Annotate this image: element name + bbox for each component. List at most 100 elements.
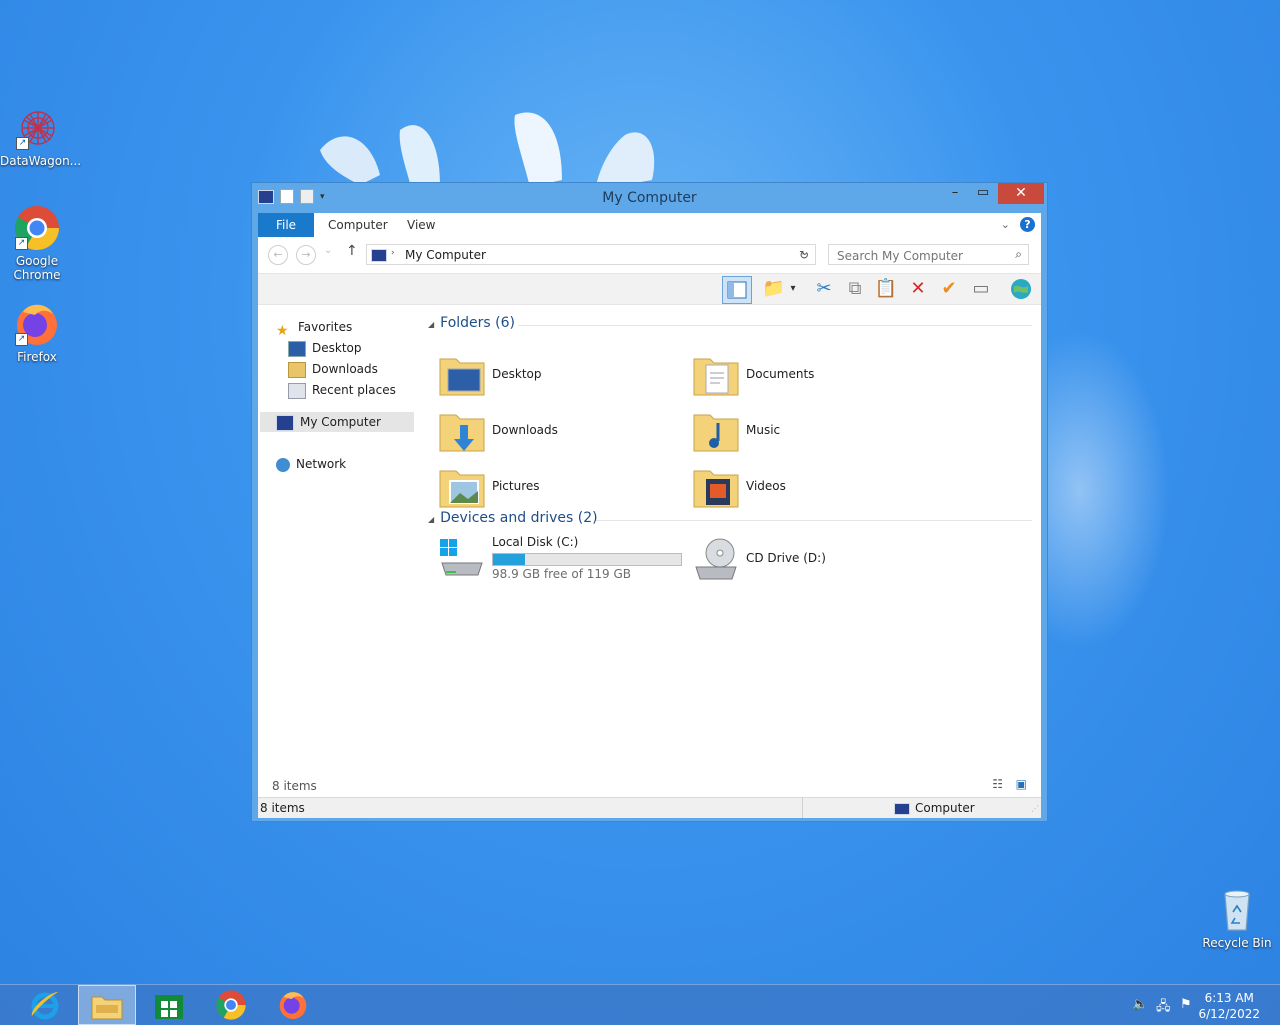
up-arrow-icon[interactable]: ↑ [346, 243, 358, 259]
tab-computer[interactable]: Computer [316, 213, 400, 237]
expand-ribbon-icon[interactable]: ⌄ [1001, 218, 1010, 231]
folder-tile-documents[interactable]: Documents [692, 351, 912, 403]
folder-tile-desktop[interactable]: Desktop [438, 351, 658, 403]
refresh-button[interactable]: ↻ [793, 244, 816, 265]
desktop-icon-label: Google Chrome [13, 254, 61, 282]
computer-icon [276, 414, 294, 431]
status-location: Computer [915, 801, 975, 815]
drive-tile-local-disk[interactable]: Local Disk (C:) 98.9 GB free of 119 GB [438, 535, 688, 591]
nav-item-my-computer[interactable]: My Computer [260, 412, 414, 432]
music-folder-icon [693, 414, 739, 452]
nav-item-recent-places[interactable]: Recent places [288, 380, 396, 400]
firefox-icon [279, 992, 307, 1019]
checkmark-icon[interactable]: ✔ [935, 276, 963, 302]
nav-item-favorites[interactable]: ★ Favorites [276, 317, 353, 339]
disk-usage-fill [493, 554, 525, 565]
desktop-icon [288, 340, 306, 357]
address-bar[interactable]: › My Computer ⌄ [366, 244, 816, 265]
forward-button[interactable]: → [296, 245, 316, 265]
close-button[interactable]: ✕ [998, 183, 1044, 204]
tile-label: Documents [746, 367, 815, 381]
collapse-triangle-icon[interactable]: ◢ [428, 320, 434, 329]
desktop-icon-datawagon[interactable]: ↗ DataWagon... [0, 104, 81, 168]
breadcrumb-chevron-icon[interactable]: › [391, 248, 395, 258]
desktop-icon-chrome[interactable]: ↗ Google Chrome [0, 204, 74, 282]
drive-tile-cd-drive[interactable]: CD Drive (D:) [692, 535, 912, 591]
recent-locations-icon[interactable]: ⌄ [324, 245, 332, 256]
recent-places-icon [288, 382, 306, 399]
tile-label: Desktop [492, 367, 542, 381]
search-icon[interactable]: ⌕ [1015, 247, 1022, 262]
chrome-icon: ↗ [13, 204, 61, 252]
file-explorer-icon [91, 996, 123, 1020]
taskbar-firefox[interactable] [264, 985, 322, 1025]
help-icon[interactable]: ? [1020, 217, 1035, 232]
taskbar-internet-explorer[interactable] [16, 985, 74, 1025]
details-line: 8 items ☷ ▣ [258, 775, 1041, 797]
local-disk-icon [440, 539, 483, 576]
nav-item-downloads[interactable]: Downloads [288, 359, 378, 379]
back-button[interactable]: ← [268, 245, 288, 265]
folder-tile-downloads[interactable]: Downloads [438, 407, 658, 459]
action-center-flag-icon[interactable]: ⚑ [1180, 997, 1192, 1012]
desktop-icon-recycle-bin[interactable]: Recycle Bin [1199, 886, 1275, 950]
clock[interactable]: 6:13 AM 6/12/2022 [1198, 990, 1260, 1022]
computer-icon [894, 803, 910, 815]
desktop-icon-firefox[interactable]: ↗ Firefox [0, 300, 74, 364]
paste-icon[interactable]: 📋 [872, 276, 900, 302]
network-status-icon[interactable]: 🖧 [1156, 997, 1171, 1019]
tab-view[interactable]: View [395, 213, 447, 237]
shortcut-arrow-icon: ↗ [16, 137, 29, 150]
delete-icon[interactable]: ✕ [904, 276, 932, 302]
preview-pane-button[interactable] [722, 276, 752, 304]
desktop-icon-label: Firefox [17, 350, 57, 364]
tab-file[interactable]: File [258, 213, 314, 237]
maximize-button[interactable]: ▭ [970, 183, 996, 204]
search-box[interactable]: ⌕ [828, 244, 1029, 266]
nav-item-network[interactable]: Network [276, 454, 346, 474]
folder-tile-videos[interactable]: Videos [692, 463, 912, 515]
cut-icon[interactable]: ✂ [810, 276, 838, 302]
folder-options-dropdown-icon[interactable]: ▾ [786, 276, 800, 302]
pictures-folder-icon [439, 470, 485, 508]
taskbar-file-explorer[interactable] [78, 985, 136, 1025]
status-item-count: 8 items [260, 801, 305, 815]
details-view-icon[interactable]: ☷ [992, 777, 1003, 791]
datawagon-icon: ↗ [14, 104, 62, 152]
item-count: 8 items [272, 779, 317, 793]
drives-group-header[interactable]: ◢ Devices and drives (2) [428, 510, 598, 526]
computer-icon [371, 249, 387, 262]
documents-folder-icon [693, 358, 739, 396]
disk-free-text: 98.9 GB free of 119 GB [492, 567, 631, 581]
shortcut-arrow-icon: ↗ [15, 333, 28, 346]
volume-muted-icon[interactable]: 🔈 [1132, 997, 1148, 1012]
title-bar[interactable]: ▾ My Computer – ▭ ✕ [252, 183, 1047, 213]
group-divider [596, 520, 1032, 521]
rename-icon[interactable]: ▭ [967, 276, 995, 302]
folder-tile-pictures[interactable]: Pictures [438, 463, 658, 515]
search-input[interactable] [835, 246, 1009, 266]
downloads-icon [288, 361, 306, 378]
tile-label: Videos [746, 479, 786, 493]
large-icons-view-icon[interactable]: ▣ [1016, 777, 1027, 791]
tile-label: Pictures [492, 479, 540, 493]
folder-options-icon[interactable]: 📁 [760, 276, 788, 302]
minimize-button[interactable]: – [942, 183, 968, 204]
taskbar-store[interactable] [140, 985, 198, 1025]
globe-icon[interactable] [1007, 276, 1035, 302]
internet-explorer-icon [31, 992, 59, 1020]
cd-drive-icon [695, 538, 737, 580]
clock-time: 6:13 AM [1204, 991, 1254, 1005]
copy-icon[interactable]: ⧉ [841, 276, 869, 302]
nav-item-desktop[interactable]: Desktop [288, 338, 362, 358]
taskbar-chrome[interactable] [202, 985, 260, 1025]
folder-tile-music[interactable]: Music [692, 407, 912, 459]
collapse-triangle-icon[interactable]: ◢ [428, 515, 434, 524]
tile-label: Downloads [492, 423, 558, 437]
resize-grip-icon[interactable]: ⋰ [1031, 804, 1039, 813]
folders-group-header[interactable]: ◢ Folders (6) [428, 315, 515, 331]
group-title: Devices and drives (2) [440, 510, 598, 526]
nav-label: Recent places [312, 383, 396, 397]
status-divider [802, 798, 803, 818]
nav-label: Favorites [298, 320, 353, 334]
